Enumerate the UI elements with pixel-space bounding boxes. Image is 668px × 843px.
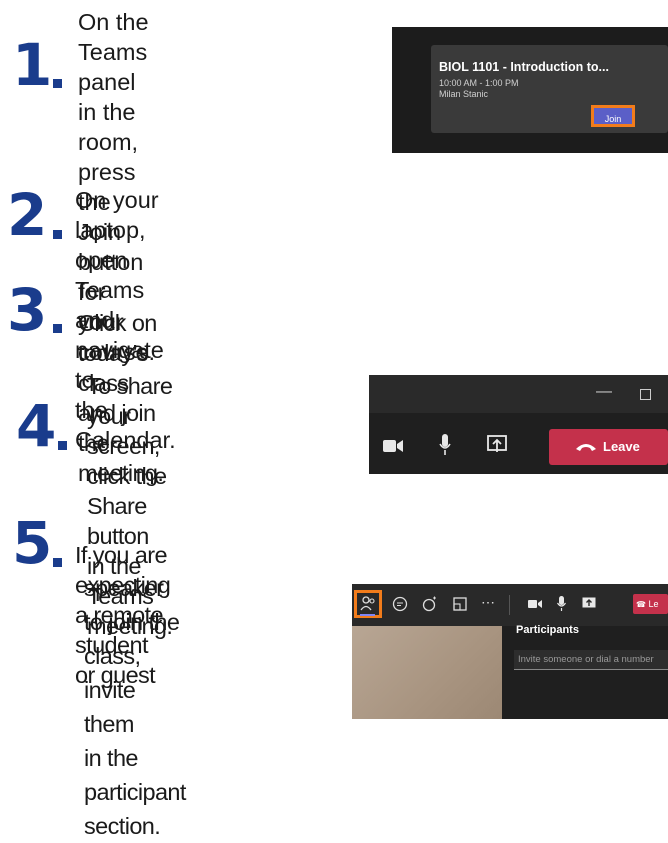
step-bullet-square-2 xyxy=(53,230,62,239)
reactions-icon[interactable] xyxy=(422,596,438,612)
step-5-line-3: class, invite them xyxy=(84,643,141,737)
step-bullet-square-1 xyxy=(53,79,62,88)
microphone-icon[interactable] xyxy=(439,434,451,456)
participants-screenshot: ⋯ ☎ Le Participants Invite someone or di… xyxy=(352,584,668,719)
leave-label: Leave xyxy=(603,439,640,454)
leave-label: Le xyxy=(648,599,659,609)
chat-icon[interactable] xyxy=(392,596,408,612)
step-bullet-square-3 xyxy=(53,324,62,333)
meeting-toolbar: ⋯ ☎ Le xyxy=(352,584,668,626)
participants-panel: Participants Invite someone or dial a nu… xyxy=(502,624,668,719)
participants-heading: Participants xyxy=(516,624,579,636)
participants-icon[interactable] xyxy=(360,596,376,612)
meeting-toolbar-screenshot: — Leave xyxy=(369,375,668,474)
step-5-text-cont: speaker to join the class, invite them i… xyxy=(84,571,186,843)
meeting-presenter: Milan Stanic xyxy=(439,89,489,99)
camera-icon[interactable] xyxy=(383,439,403,453)
step-bullet-square-4 xyxy=(58,441,67,450)
meeting-controls: Leave xyxy=(369,419,668,474)
step-4-line-1: To share your screen, xyxy=(87,373,173,459)
step-number-4: 4 xyxy=(16,392,57,460)
step-1-line-1: On the Teams panel xyxy=(78,9,149,95)
microphone-icon[interactable] xyxy=(557,596,566,612)
step-5-line-5: section. xyxy=(84,813,161,839)
camera-icon[interactable] xyxy=(528,599,542,609)
step-bullet-square-5 xyxy=(53,558,62,567)
maximize-icon[interactable] xyxy=(640,389,651,400)
invite-input[interactable]: Invite someone or dial a number xyxy=(514,650,668,670)
step-5-line-4: in the participant xyxy=(84,745,186,805)
hang-up-icon: ☎ xyxy=(636,600,646,609)
step-number-2: 2 xyxy=(7,181,48,249)
minimize-icon[interactable]: — xyxy=(596,383,612,401)
share-screen-icon[interactable] xyxy=(487,435,507,455)
step-4-line-2: click the Share button xyxy=(87,463,167,549)
active-tab-indicator xyxy=(360,614,375,616)
rooms-icon[interactable] xyxy=(453,597,467,611)
leave-button[interactable]: Leave xyxy=(549,429,668,465)
step-number-1: 1 xyxy=(12,31,53,99)
share-screen-icon[interactable] xyxy=(582,597,596,611)
video-feed xyxy=(352,626,502,719)
hang-up-icon xyxy=(576,444,596,451)
toolbar-divider xyxy=(509,595,510,615)
join-button[interactable]: Join xyxy=(591,105,635,127)
step-5-line-2: speaker to join the xyxy=(84,575,180,635)
window-titlebar: — xyxy=(369,375,668,413)
meeting-time: 10:00 AM - 1:00 PM xyxy=(439,78,519,88)
teams-panel-screenshot: BIOL 1101 - Introduction to... 10:00 AM … xyxy=(392,27,668,153)
meeting-title: BIOL 1101 - Introduction to... xyxy=(439,60,609,74)
step-number-3: 3 xyxy=(7,276,48,344)
more-options-icon[interactable]: ⋯ xyxy=(481,594,495,611)
step-number-5: 5 xyxy=(12,509,53,577)
leave-button[interactable]: ☎ Le xyxy=(633,594,668,614)
